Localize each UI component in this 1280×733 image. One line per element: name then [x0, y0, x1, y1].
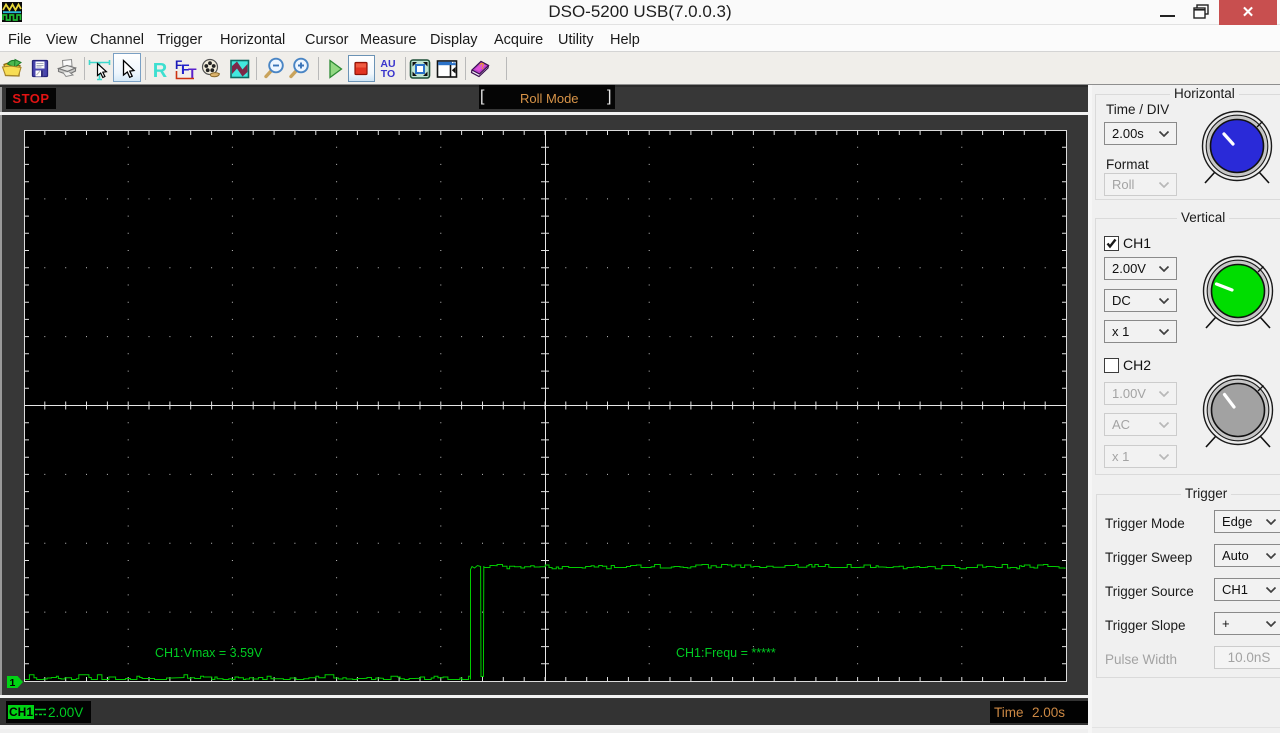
svg-text:CH1:Frequ = *****: CH1:Frequ = ***** [676, 646, 776, 660]
svg-text:R: R [153, 60, 168, 82]
svg-text:TO: TO [381, 68, 395, 80]
svg-text:CH1:Vmax = 3.59V: CH1:Vmax = 3.59V [155, 646, 263, 660]
svg-text:1: 1 [10, 677, 16, 688]
